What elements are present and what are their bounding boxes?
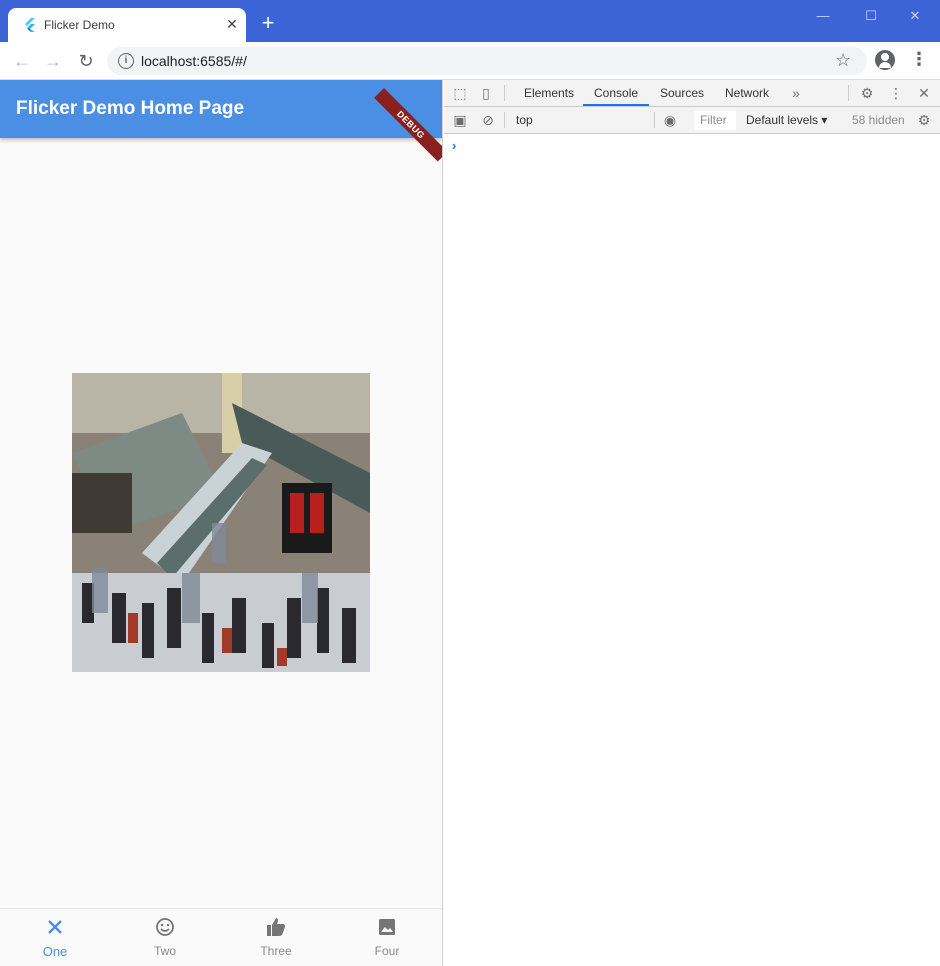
- clear-console-icon[interactable]: ⊘: [480, 112, 496, 128]
- tab-close-icon[interactable]: ✕: [223, 15, 241, 33]
- flutter-logo-icon: [25, 18, 35, 32]
- tab-sources[interactable]: Sources: [660, 86, 704, 100]
- console-filter-input[interactable]: Filter: [694, 111, 736, 130]
- divider: [848, 85, 849, 101]
- sidebar-toggle-icon[interactable]: ▣: [452, 112, 468, 128]
- tab-elements[interactable]: Elements: [524, 86, 574, 100]
- nav-item-three[interactable]: Three: [221, 909, 331, 966]
- console-toolbar: ▣ ⊘ top ▼ ◉ Filter Default levels ▾ 58 h…: [444, 107, 940, 134]
- flutter-app: Flicker Demo Home Page DEBUG One Two Thr…: [0, 80, 443, 966]
- app-bar: Flicker Demo Home Page DEBUG: [0, 80, 442, 162]
- nav-label: Two: [153, 944, 176, 958]
- debug-banner: DEBUG: [374, 88, 442, 162]
- browser-titlebar: Flicker Demo ✕ + — ☐ ✕: [0, 0, 940, 42]
- context-selector[interactable]: top ▼: [510, 111, 709, 131]
- browser-toolbar: ← → ↻ i localhost:6585/#/ ☆ ⋮: [0, 42, 940, 80]
- bottom-navigation-bar: One Two Three Four: [0, 908, 442, 966]
- nav-item-four[interactable]: Four: [332, 909, 442, 966]
- info-icon[interactable]: i: [118, 53, 134, 69]
- log-levels-label: Default levels: [746, 113, 819, 127]
- browser-menu-icon[interactable]: ⋮: [910, 50, 928, 70]
- reload-icon[interactable]: ↻: [75, 51, 97, 73]
- tab-network[interactable]: Network: [725, 86, 769, 100]
- close-icon: [48, 920, 62, 934]
- hidden-messages-count: 58 hidden: [852, 113, 905, 127]
- inspect-element-icon[interactable]: ⬚: [452, 85, 468, 101]
- more-tabs-icon[interactable]: »: [788, 85, 804, 101]
- maximize-icon[interactable]: ☐: [856, 6, 886, 26]
- forward-arrow-icon[interactable]: →: [42, 51, 64, 73]
- nav-item-one[interactable]: One: [0, 909, 110, 966]
- nav-label: Three: [260, 944, 292, 958]
- minimize-icon[interactable]: —: [808, 6, 838, 26]
- new-tab-icon[interactable]: +: [256, 12, 280, 36]
- smiley-icon: [156, 918, 174, 936]
- more-options-icon[interactable]: ⋮: [888, 85, 904, 101]
- profile-avatar-icon[interactable]: [875, 50, 895, 70]
- back-arrow-icon[interactable]: ←: [11, 51, 33, 73]
- browser-tab[interactable]: Flicker Demo ✕: [8, 8, 246, 42]
- log-levels-dropdown[interactable]: Default levels ▾: [746, 113, 827, 127]
- divider: [654, 112, 655, 128]
- page-title: Flicker Demo Home Page: [16, 98, 245, 119]
- bookmark-star-icon[interactable]: ☆: [835, 50, 851, 71]
- context-value: top: [516, 113, 533, 127]
- nav-label: One: [42, 944, 68, 959]
- url-text[interactable]: localhost:6585/#/: [141, 53, 247, 69]
- window-close-icon[interactable]: ✕: [900, 6, 930, 26]
- console-prompt-icon[interactable]: ›: [452, 138, 456, 153]
- tab-console[interactable]: Console: [594, 86, 638, 100]
- image-icon: [379, 919, 395, 935]
- device-toggle-icon[interactable]: ▯: [478, 85, 494, 101]
- divider: [504, 85, 505, 101]
- active-tab-indicator: [583, 104, 649, 106]
- crowd-photo: [72, 373, 370, 672]
- thumbs-up-icon: [267, 918, 285, 936]
- console-settings-gear-icon[interactable]: ⚙: [916, 112, 932, 128]
- divider: [504, 112, 505, 128]
- nav-label: Four: [374, 944, 400, 958]
- address-bar[interactable]: i localhost:6585/#/ ☆: [107, 47, 867, 75]
- tab-title: Flicker Demo: [44, 18, 115, 32]
- nav-item-two[interactable]: Two: [110, 909, 220, 966]
- devtools-panel: ⬚ ▯ Elements Console Sources Network » ⚙…: [444, 80, 940, 966]
- live-expression-eye-icon[interactable]: ◉: [662, 112, 678, 128]
- devtools-tab-bar: ⬚ ▯ Elements Console Sources Network » ⚙…: [444, 80, 940, 107]
- settings-gear-icon[interactable]: ⚙: [859, 85, 875, 101]
- close-devtools-icon[interactable]: ✕: [916, 85, 932, 101]
